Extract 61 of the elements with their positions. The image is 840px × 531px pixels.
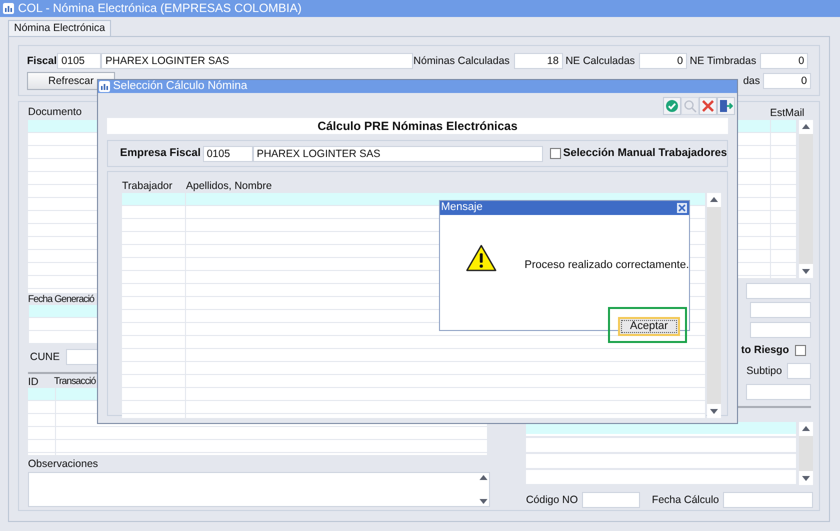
column-header: EstMail (770, 107, 804, 119)
scroll-down-icon[interactable] (798, 264, 813, 278)
exit-door-button[interactable] (717, 97, 735, 115)
scrollbar[interactable] (798, 120, 813, 278)
app-icon (99, 81, 110, 92)
scrollbar[interactable] (707, 193, 721, 418)
field-label: Empresa Fiscal (120, 146, 201, 160)
scroll-up-icon[interactable] (798, 422, 813, 436)
checkbox-label: Selección Manual Trabajadores (563, 146, 727, 160)
tab[interactable]: Nómina Electrónica (8, 20, 112, 36)
field-label: to Riesgo (741, 344, 789, 357)
input-field[interactable] (787, 363, 811, 379)
input-field[interactable]: 0 (763, 73, 811, 89)
scroll-up-icon[interactable] (707, 193, 721, 207)
column-header: Documento (28, 106, 83, 119)
input-field[interactable]: 0105 (202, 146, 253, 162)
scrollbar[interactable] (798, 422, 813, 485)
field-label: Fecha Cálculo (652, 494, 720, 506)
field-label: das (743, 74, 760, 88)
scroll-up-icon[interactable] (479, 474, 488, 481)
accept-button[interactable] (663, 97, 681, 115)
field-label: Fiscal (27, 54, 56, 68)
input-field[interactable]: 0 (760, 53, 808, 69)
input-field[interactable]: PHAREX LOGINTER SAS (101, 53, 414, 69)
field-label: NE Calculadas (565, 54, 635, 68)
scroll-down-icon[interactable] (798, 471, 813, 485)
input-field[interactable] (750, 322, 811, 338)
column-header: Apellidos, Nombre (186, 180, 272, 193)
warning-icon (466, 244, 497, 272)
field-label: NE Timbradas (690, 54, 756, 68)
column-header: Fecha Generació (28, 294, 94, 306)
field-label: CUNE (30, 350, 60, 364)
scroll-down-icon[interactable] (707, 404, 721, 418)
input-field[interactable] (750, 302, 811, 318)
dialog-heading: Cálculo PRE Nóminas Electrónicas (107, 118, 728, 134)
checkbox[interactable] (795, 345, 806, 356)
dialog-title: Mensaje (441, 201, 483, 215)
window-title: COL - Nómina Electrónica (EMPRESAS COLOMBIA) (18, 1, 302, 16)
input-field[interactable] (746, 384, 811, 400)
input-field[interactable]: 18 (514, 53, 563, 69)
field-label: Código NO (526, 494, 578, 506)
accept-button[interactable]: Aceptar (618, 317, 680, 336)
input-field[interactable] (746, 283, 811, 299)
input-field[interactable] (723, 492, 814, 508)
column-header: Trabajador (122, 180, 174, 193)
field-label: Observaciones (28, 458, 100, 471)
field-label: Nóminas Calculadas (413, 54, 510, 68)
scroll-down-icon[interactable] (479, 498, 488, 504)
input-field[interactable] (582, 492, 640, 508)
field-label: Subtipo (746, 364, 782, 378)
scroll-up-icon[interactable] (798, 120, 813, 134)
app-icon (3, 3, 14, 14)
input-field[interactable]: 0105 (57, 53, 102, 69)
input-field[interactable]: 0 (638, 53, 687, 69)
dialog-title: Selección Cálculo Nómina (113, 80, 248, 92)
column-header: ID (28, 376, 40, 388)
column-header: Transacció (54, 376, 96, 388)
message-text: Proceso realizado correctamente. (524, 259, 689, 273)
close-button[interactable] (677, 203, 687, 213)
checkbox[interactable] (550, 148, 562, 159)
input-field[interactable]: PHAREX LOGINTER SAS (252, 146, 543, 162)
